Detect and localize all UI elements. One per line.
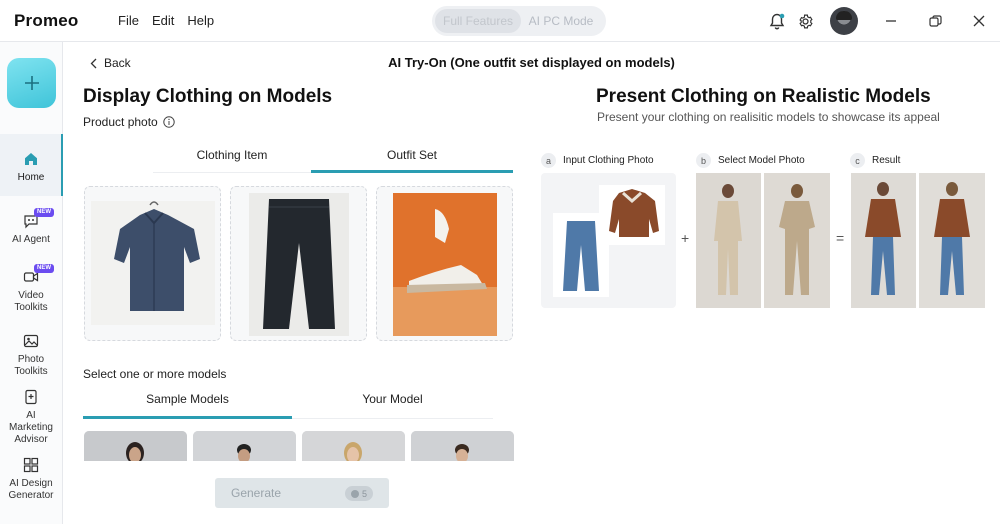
mode-toggle[interactable]: Full Features AI PC Mode xyxy=(432,6,606,36)
credits-count: 5 xyxy=(361,488,367,499)
close-icon[interactable] xyxy=(968,10,990,32)
model-photo xyxy=(84,431,187,461)
model-photo xyxy=(302,431,405,461)
tab-clothing-item[interactable]: Clothing Item xyxy=(153,148,311,173)
step-text: Select Model Photo xyxy=(718,155,805,166)
product-thumb-jeans[interactable] xyxy=(230,186,367,341)
menu-edit[interactable]: Edit xyxy=(152,13,174,28)
dark-jeans-image xyxy=(249,193,349,336)
sidebar-item-ai-design-generator[interactable]: AI Design Generator xyxy=(0,456,62,502)
sample-model-card[interactable] xyxy=(193,431,296,461)
notification-bell-icon[interactable] xyxy=(767,11,787,31)
restore-window-icon[interactable] xyxy=(924,10,946,32)
equals-operator: = xyxy=(836,230,845,246)
step-a-label: a Input Clothing Photo xyxy=(541,153,654,168)
model-beige-outfit-image xyxy=(764,173,830,308)
mode-full-features[interactable]: Full Features xyxy=(435,9,521,33)
white-sneaker-image xyxy=(393,193,497,336)
product-photo-label: Product photo xyxy=(83,115,175,129)
page-title: AI Try-On (One outfit set displayed on m… xyxy=(388,55,675,70)
sample-model-card[interactable] xyxy=(302,431,405,461)
home-icon xyxy=(22,150,40,168)
sidebar-item-label: AI Marketing Advisor xyxy=(9,410,53,445)
settings-gear-icon[interactable] xyxy=(795,11,815,31)
credits-badge: 5 xyxy=(344,486,373,501)
sidebar-item-label: Video Toolkits xyxy=(14,290,48,313)
result-photo-c1 xyxy=(851,173,916,308)
model-photo-b2 xyxy=(764,173,830,308)
sidebar-item-ai-marketing-advisor[interactable]: AI Marketing Advisor xyxy=(0,388,62,446)
main-content: AI Try-On (One outfit set displayed on m… xyxy=(63,42,1000,524)
step-text: Input Clothing Photo xyxy=(563,155,654,166)
step-c-label: c Result xyxy=(850,153,900,168)
generate-label: Generate xyxy=(231,486,282,500)
sidebar-item-label: AI Design Generator xyxy=(8,478,54,501)
product-thumb-shirt[interactable] xyxy=(84,186,221,341)
back-label: Back xyxy=(104,56,131,70)
photo-icon xyxy=(22,332,40,350)
clothing-collage-image xyxy=(553,185,665,297)
sample-model-card[interactable] xyxy=(84,431,187,461)
ai-marketing-icon xyxy=(22,388,40,406)
right-heading: Present Clothing on Realistic Models xyxy=(596,86,931,107)
item-type-tabs: Clothing Item Outfit Set xyxy=(153,148,513,173)
menu-bar: File Edit Help xyxy=(118,13,214,28)
input-clothing-example xyxy=(541,173,676,308)
sidebar-item-video-toolkits[interactable]: NEW Video Toolkits xyxy=(0,264,62,314)
sidebar: Home NEW AI Agent NEW Video Toolkits Pho… xyxy=(0,42,63,524)
result-jacket-model-image-2 xyxy=(919,173,985,308)
plus-icon xyxy=(24,76,39,90)
app-window: Promeo File Edit Help Full Features AI P… xyxy=(0,0,1000,524)
model-beige-suit-image xyxy=(696,173,761,308)
tab-your-model[interactable]: Your Model xyxy=(292,392,493,419)
product-photo-text: Product photo xyxy=(83,115,158,129)
sidebar-item-photo-toolkits[interactable]: Photo Toolkits xyxy=(0,332,62,378)
sidebar-item-label: Photo Toolkits xyxy=(14,354,48,377)
sidebar-item-label: Home xyxy=(17,172,45,183)
left-heading: Display Clothing on Models xyxy=(83,86,333,107)
model-photo-b1 xyxy=(696,173,761,308)
select-models-label: Select one or more models xyxy=(83,367,227,381)
result-jacket-model-image xyxy=(851,173,916,308)
model-source-tabs: Sample Models Your Model xyxy=(83,392,493,419)
mode-ai-pc[interactable]: AI PC Mode xyxy=(521,9,601,33)
back-button[interactable]: Back xyxy=(90,56,131,70)
info-icon[interactable] xyxy=(163,116,175,128)
new-badge: NEW xyxy=(34,264,54,273)
new-badge: NEW xyxy=(34,208,54,217)
sidebar-item-home[interactable]: Home xyxy=(0,134,63,196)
step-letter: a xyxy=(541,153,556,168)
sample-model-card[interactable] xyxy=(411,431,514,461)
chevron-left-icon xyxy=(90,58,97,68)
tab-sample-models[interactable]: Sample Models xyxy=(83,392,292,419)
title-bar: Promeo File Edit Help Full Features AI P… xyxy=(0,0,1000,42)
user-avatar[interactable] xyxy=(830,7,858,35)
generate-button[interactable]: Generate 5 xyxy=(215,478,389,508)
model-photo xyxy=(193,431,296,461)
sidebar-item-ai-agent[interactable]: NEW AI Agent xyxy=(0,208,62,246)
create-new-button[interactable] xyxy=(7,58,56,108)
tab-outfit-set[interactable]: Outfit Set xyxy=(311,148,513,173)
product-thumb-sneaker[interactable] xyxy=(376,186,513,341)
app-logo: Promeo xyxy=(14,11,79,30)
step-letter: c xyxy=(850,153,865,168)
denim-shirt-image xyxy=(91,201,215,325)
plus-operator: + xyxy=(681,230,690,246)
menu-file[interactable]: File xyxy=(118,13,139,28)
credit-coin-icon xyxy=(350,489,359,498)
model-photo xyxy=(411,431,514,461)
right-subheading: Present your clothing on realisitic mode… xyxy=(597,110,940,124)
grid-design-icon xyxy=(22,456,40,474)
step-text: Result xyxy=(872,155,901,166)
sidebar-item-label: AI Agent xyxy=(12,234,50,245)
step-letter: b xyxy=(696,153,711,168)
menu-help[interactable]: Help xyxy=(187,13,214,28)
result-photo-c2 xyxy=(919,173,985,308)
step-b-label: b Select Model Photo xyxy=(696,153,805,168)
minimize-icon[interactable] xyxy=(880,10,902,32)
